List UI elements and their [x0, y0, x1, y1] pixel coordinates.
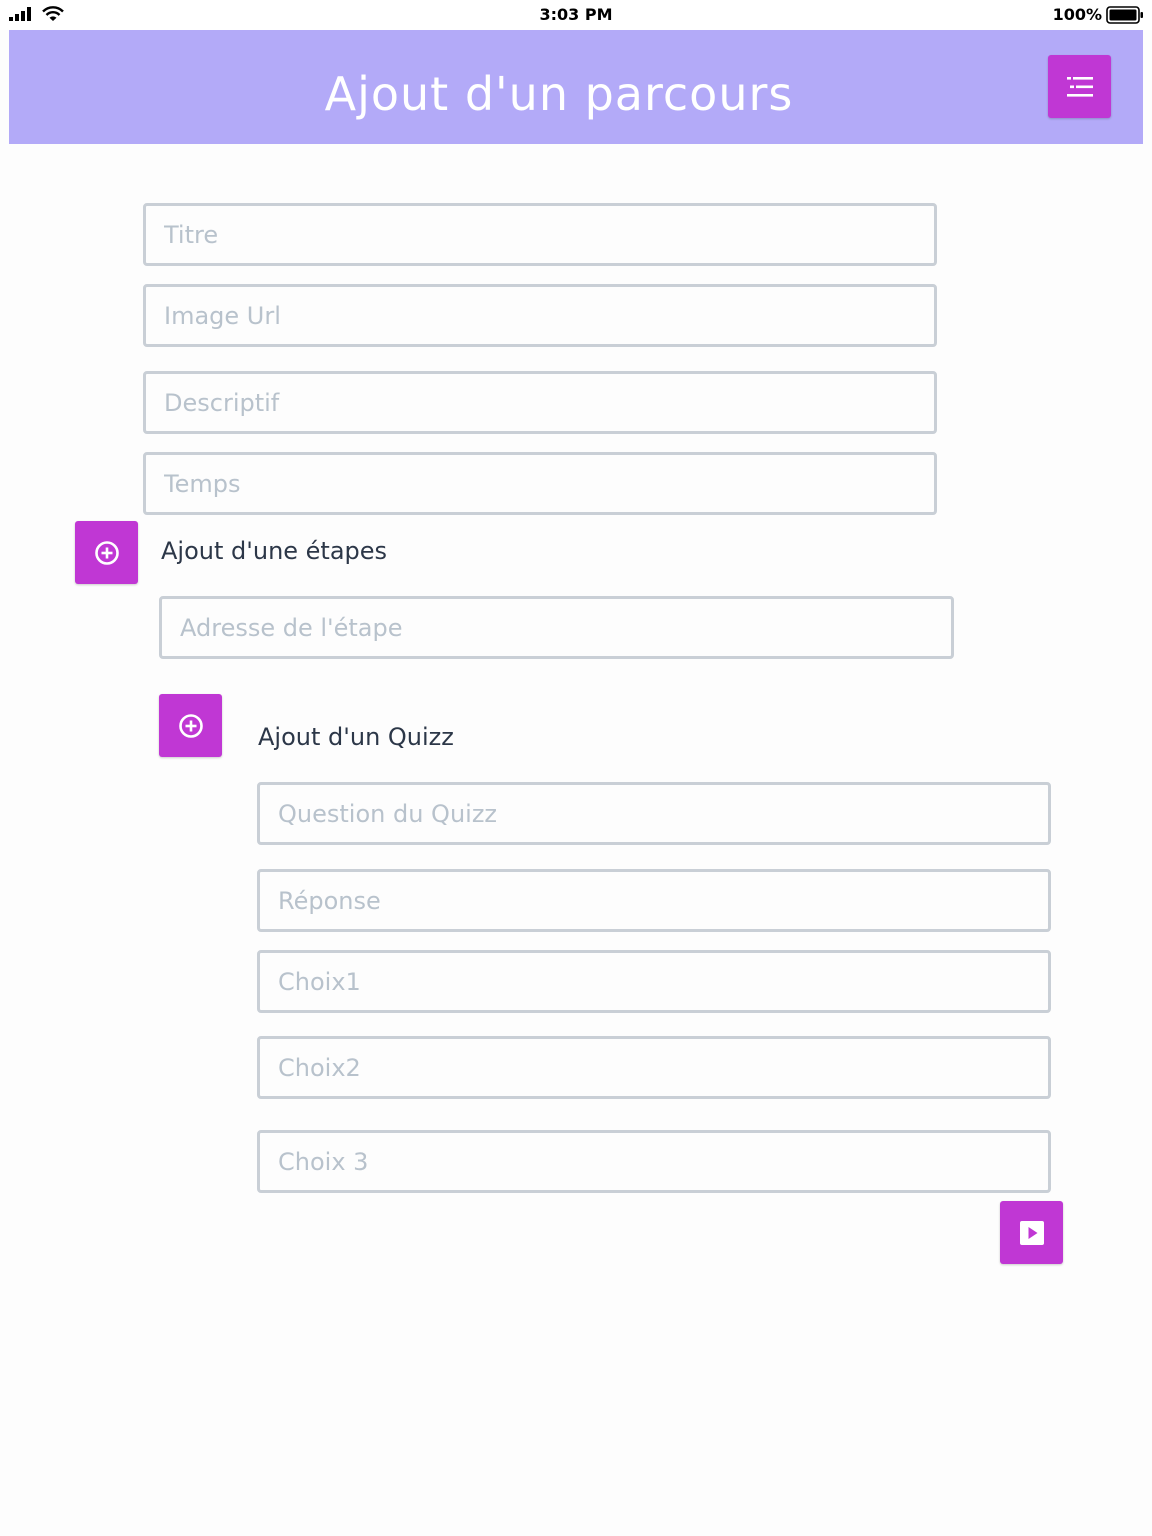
status-bar: 3:03 PM 100%	[0, 0, 1152, 30]
plus-circle-icon	[178, 713, 203, 738]
app-header: Ajout d'un parcours	[9, 30, 1143, 144]
status-time: 3:03 PM	[539, 5, 613, 24]
etape-section-label: Ajout d'une étapes	[161, 537, 388, 565]
play-square-icon	[1019, 1220, 1044, 1245]
add-quizz-button[interactable]	[159, 694, 222, 757]
submit-button[interactable]	[1000, 1201, 1063, 1264]
question-quizz-input[interactable]	[257, 782, 1051, 845]
quizz-section-label: Ajout d'un Quizz	[258, 723, 454, 751]
choix2-input[interactable]	[257, 1036, 1051, 1099]
menu-lines-icon	[1066, 76, 1093, 97]
descriptif-input[interactable]	[143, 371, 937, 434]
add-etape-button[interactable]	[75, 521, 138, 584]
reponse-input[interactable]	[257, 869, 1051, 932]
adresse-etape-input[interactable]	[159, 596, 954, 659]
titre-input[interactable]	[143, 203, 937, 266]
image-url-input[interactable]	[143, 284, 937, 347]
plus-circle-icon	[94, 540, 119, 565]
battery-percentage: 100%	[1052, 5, 1102, 24]
temps-input[interactable]	[143, 452, 937, 515]
menu-button[interactable]	[1048, 55, 1111, 118]
battery-icon	[1106, 6, 1143, 24]
page-title: Ajout d'un parcours	[324, 67, 794, 121]
choix1-input[interactable]	[257, 950, 1051, 1013]
choix3-input[interactable]	[257, 1130, 1051, 1193]
